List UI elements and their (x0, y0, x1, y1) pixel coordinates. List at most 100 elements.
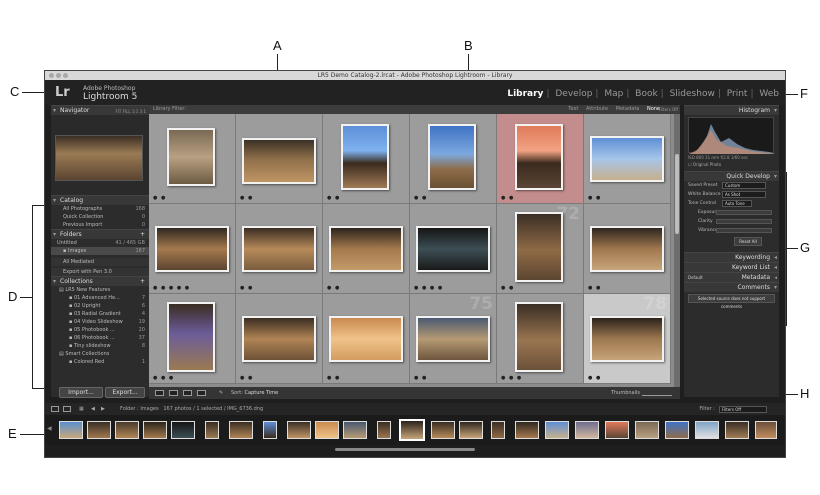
photo-thumbnail[interactable] (515, 124, 563, 190)
navigator-header[interactable]: ▾ Navigator FIT FILL 1:1 3:1 (51, 105, 149, 115)
grid-scrollbar[interactable] (674, 114, 680, 397)
grid-cell[interactable]: ● ● (584, 204, 671, 294)
rating-stars[interactable]: ● ● (327, 285, 340, 291)
folder-item-images[interactable]: ▪ Images 167 (51, 247, 149, 255)
quick-develop-header[interactable]: Quick Develop ▾ (684, 171, 779, 181)
photo-thumbnail[interactable] (329, 226, 403, 272)
rating-stars[interactable]: ● ● (588, 285, 601, 291)
comments-header[interactable]: Comments ▾ (684, 282, 779, 292)
export-button[interactable]: Export... (105, 387, 145, 398)
painter-icon[interactable]: ✎ (219, 387, 223, 399)
photo-thumbnail[interactable] (515, 212, 563, 282)
rating-stars[interactable]: ● ● (414, 375, 427, 381)
loupe-view-icon[interactable] (169, 390, 178, 396)
photo-thumbnail[interactable] (167, 128, 215, 186)
folders-header[interactable]: ▾ Folders + (51, 229, 149, 239)
filter-status[interactable]: Filters Off (659, 105, 678, 114)
rating-stars[interactable]: ● ● ● (153, 375, 174, 381)
grid-cell[interactable]: ● ● ● (497, 294, 584, 384)
filmstrip-thumbnail[interactable] (229, 421, 253, 439)
filmstrip-thumbnail[interactable] (343, 421, 367, 439)
sub-panel-2[interactable]: Export with Pen 3.0 (51, 268, 149, 276)
grid-cell[interactable]: ● ● ● (149, 294, 236, 384)
catalog-item-quick-collection[interactable]: Quick Collection 0 (51, 213, 149, 221)
original-photo-checkbox[interactable]: ☐ Original Photo (688, 162, 721, 167)
grid-view-icon[interactable] (155, 390, 164, 396)
navigator-image[interactable] (55, 135, 143, 181)
smart-collection-set[interactable]: ▤ Smart Collections (51, 350, 149, 358)
filmstrip-thumbnail[interactable] (459, 421, 483, 439)
filmstrip-thumbnail[interactable] (287, 421, 311, 439)
filter-attribute[interactable]: Attribute (586, 106, 608, 112)
filmstrip-thumbnail[interactable] (635, 421, 659, 439)
rating-stars[interactable]: ● ● (327, 195, 340, 201)
zoom-window-button[interactable] (63, 73, 68, 78)
grid-cell-selected[interactable]: 78 ● ● (584, 294, 671, 384)
photo-thumbnail[interactable] (590, 136, 664, 182)
grid-cell[interactable]: ● ● (410, 114, 497, 204)
collection-item[interactable]: ▪ 03 Radial Gradient 4 (51, 310, 149, 318)
collection-item[interactable]: ▪ 04 Video Slideshow 19 (51, 318, 149, 326)
navigator-preview[interactable] (51, 115, 149, 195)
photo-thumbnail[interactable] (416, 316, 490, 362)
filmstrip-thumbnail[interactable] (725, 421, 749, 439)
grid-cell[interactable]: ● ● (323, 114, 410, 204)
back-arrow-icon[interactable]: ◀ (91, 403, 95, 415)
photo-thumbnail[interactable] (341, 124, 389, 190)
filmstrip-filter-select[interactable]: Filters Off (719, 406, 767, 413)
rating-stars[interactable]: ● ● ● ● (414, 285, 443, 291)
photo-thumbnail[interactable] (242, 138, 316, 184)
grid-cell[interactable]: ● ● (149, 114, 236, 204)
module-print[interactable]: Print (727, 89, 748, 99)
grid-scrollbar-thumb[interactable] (675, 154, 679, 234)
keyword-list-header[interactable]: Keyword List ◂ (684, 262, 779, 272)
rating-stars[interactable]: ● ● (414, 195, 427, 201)
rating-stars[interactable]: ● ● (240, 375, 253, 381)
rating-stars[interactable]: ● ● ● (501, 375, 522, 381)
minimize-window-button[interactable] (56, 73, 61, 78)
survey-view-icon[interactable] (197, 390, 206, 396)
filmstrip-thumbnail[interactable] (695, 421, 719, 439)
photo-thumbnail[interactable] (155, 226, 229, 272)
filmstrip-thumbnail[interactable] (315, 421, 339, 439)
grid-cell[interactable]: 72 ● ● (497, 204, 584, 294)
photo-thumbnail[interactable] (242, 316, 316, 362)
filmstrip-thumbnail[interactable] (143, 421, 167, 439)
grid-cell[interactable]: ● ● (236, 114, 323, 204)
filmstrip-thumbnail[interactable] (755, 421, 777, 439)
filmstrip-thumbnail[interactable] (87, 421, 111, 439)
filmstrip-thumbnail[interactable] (605, 421, 629, 439)
collection-set[interactable]: ▤ LR5 New Features (51, 286, 149, 294)
add-collection-icon[interactable]: + (140, 277, 145, 286)
forward-arrow-icon[interactable]: ▶ (101, 403, 105, 415)
photo-thumbnail[interactable] (242, 226, 316, 272)
module-develop[interactable]: Develop (555, 89, 592, 99)
module-library[interactable]: Library (507, 89, 543, 99)
saved-preset-select[interactable]: Custom (722, 182, 766, 189)
grid-icon[interactable]: ▦ (79, 403, 84, 415)
filmstrip-thumbnail[interactable] (545, 421, 569, 439)
panel-2-icon[interactable] (63, 406, 71, 412)
filmstrip-thumbnail[interactable] (171, 421, 195, 439)
module-web[interactable]: Web (759, 89, 779, 99)
rating-stars[interactable]: ● ● (588, 375, 601, 381)
filmstrip-thumbnail[interactable] (377, 421, 391, 439)
catalog-header[interactable]: ▾ Catalog (51, 195, 149, 205)
catalog-item-all-photographs[interactable]: All Photographs 168 (51, 205, 149, 213)
auto-tone-button[interactable]: Auto Tone (722, 200, 752, 207)
photo-thumbnail[interactable] (167, 302, 215, 372)
grid-cell[interactable]: ● ● ● ● (410, 204, 497, 294)
import-button[interactable]: Import... (59, 387, 103, 398)
collection-item[interactable]: ▪ 01 Advanced He... 7 (51, 294, 149, 302)
filmstrip-thumbnail[interactable] (115, 421, 139, 439)
filmstrip-thumbnail-selected[interactable] (399, 419, 425, 441)
exposure-buttons[interactable] (716, 210, 772, 215)
grid-cell[interactable]: ● ● (323, 204, 410, 294)
add-folder-icon[interactable]: + (140, 230, 145, 239)
grid-cell[interactable]: ● ● (323, 294, 410, 384)
collection-item[interactable]: ▪ 06 Photobook ... 37 (51, 334, 149, 342)
filmstrip-thumbnail[interactable] (59, 421, 83, 439)
photo-thumbnail[interactable] (329, 316, 403, 362)
vibrance-buttons[interactable] (716, 228, 772, 233)
photo-thumbnail[interactable] (515, 302, 563, 372)
